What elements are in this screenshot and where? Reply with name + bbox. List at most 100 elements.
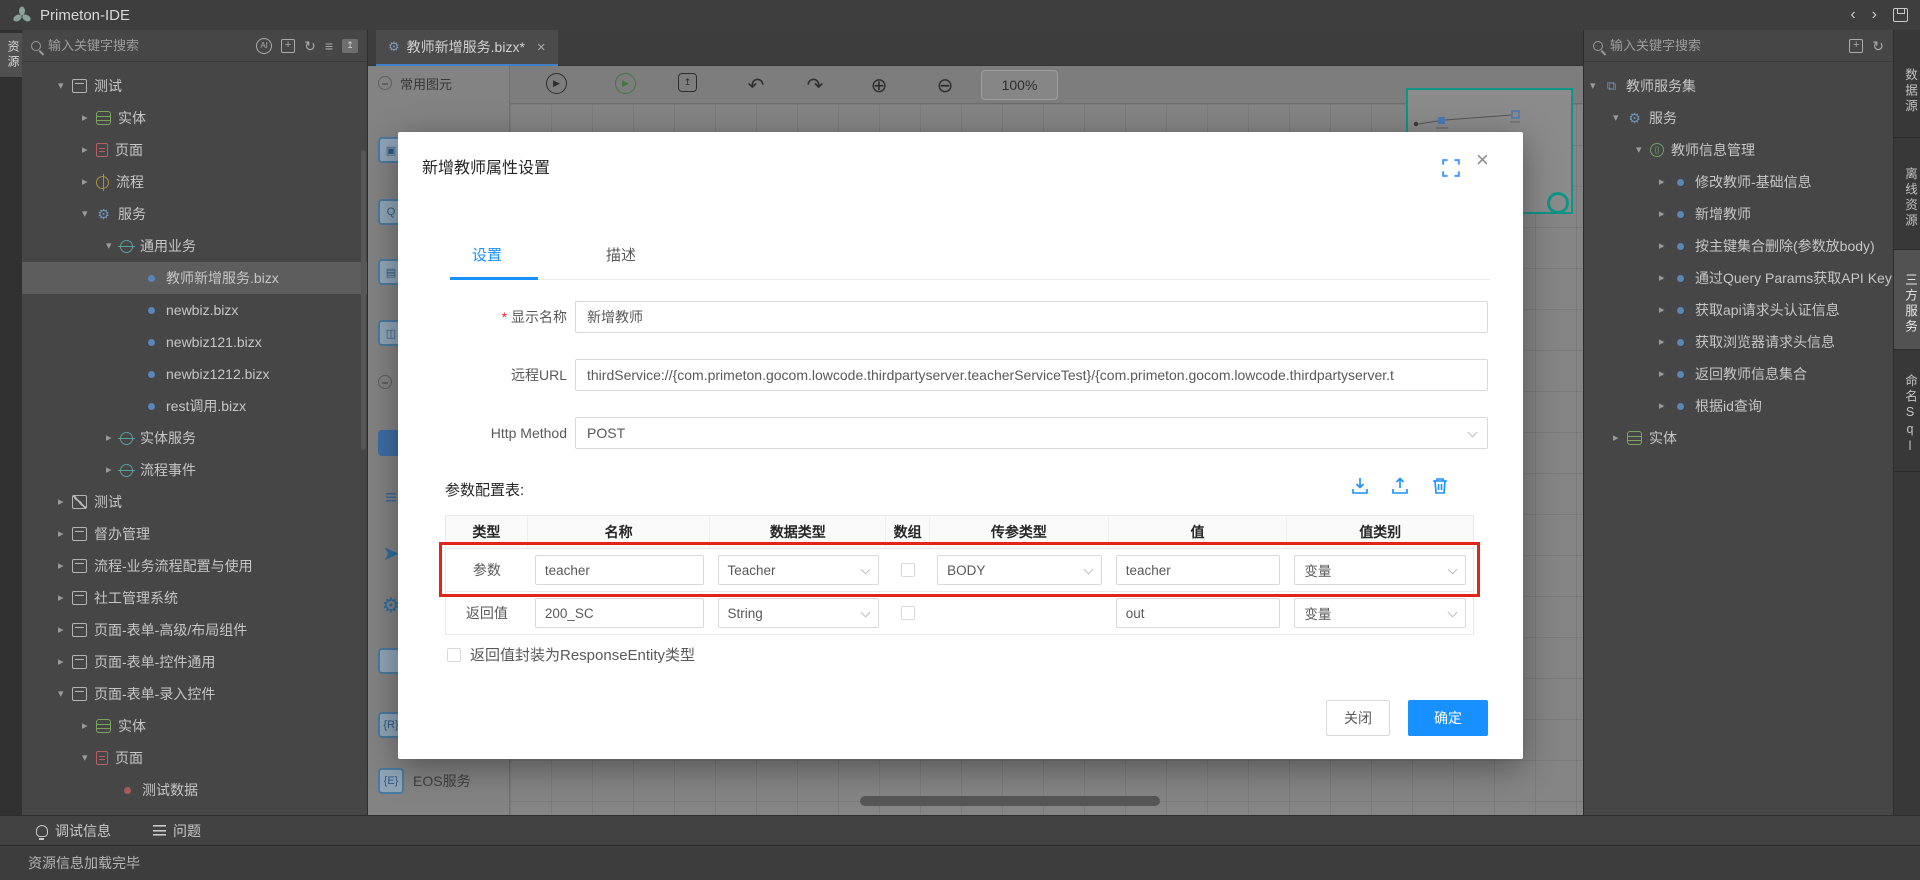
nav-back-icon[interactable]: ‹	[1850, 6, 1855, 24]
expand-arrow-icon[interactable]: ▸	[58, 529, 72, 540]
tree-item[interactable]: ▾⧉教师服务集	[1584, 70, 1893, 102]
import-icon[interactable]	[1350, 476, 1370, 496]
zoom-level[interactable]: 100%	[981, 70, 1058, 100]
expand-arrow-icon[interactable]: ▸	[82, 721, 96, 732]
expand-arrow-icon[interactable]: ▾	[82, 209, 96, 220]
tree-item[interactable]: rest调用.bizx	[22, 390, 367, 422]
tree-item[interactable]: newbiz1212.bizx	[22, 358, 367, 390]
tree-item[interactable]: ▸督办管理	[22, 518, 367, 550]
ai-icon[interactable]: AI	[256, 38, 272, 54]
expand-arrow-icon[interactable]: ▸	[58, 625, 72, 636]
export-icon[interactable]	[1390, 476, 1410, 496]
tree-item[interactable]: ▾教师信息管理	[1584, 134, 1893, 166]
tree-item[interactable]: ▸获取api请求头认证信息	[1584, 294, 1893, 326]
layout-save-icon[interactable]	[1893, 8, 1908, 22]
tree-item[interactable]: ▾页面-表单-录入控件	[22, 678, 367, 710]
http-method-select[interactable]: POST	[575, 417, 1488, 449]
tree-item[interactable]: ▾通用业务	[22, 230, 367, 262]
tree-item[interactable]: ▸实体	[1584, 422, 1893, 454]
h-scrollbar-thumb[interactable]	[860, 796, 1160, 806]
tree-item[interactable]: ▾⚙服务	[22, 198, 367, 230]
rail-tab[interactable]: 离线资源	[1894, 138, 1920, 250]
data-type-select[interactable]: Teacher	[718, 555, 880, 585]
rail-tab[interactable]: 三方服务	[1894, 250, 1920, 350]
expand-arrow-icon[interactable]: ▸	[82, 113, 96, 124]
sort-icon[interactable]: ≡	[325, 39, 333, 53]
tree-item[interactable]: ▸根据id查询	[1584, 390, 1893, 422]
palette-section-collapse[interactable]	[378, 375, 392, 389]
expand-arrow-icon[interactable]: ▸	[1659, 337, 1673, 348]
zoom-out-icon[interactable]: ⊖	[933, 73, 957, 97]
expand-arrow-icon[interactable]: ▾	[58, 81, 72, 92]
value-kind-select[interactable]: 变量	[1294, 555, 1466, 585]
expand-arrow-icon[interactable]: ▸	[58, 657, 72, 668]
refresh-icon[interactable]: ↻	[1872, 39, 1884, 53]
expand-arrow-icon[interactable]: ▸	[1659, 209, 1673, 220]
service-search-input[interactable]	[1610, 38, 1842, 53]
value-kind-select[interactable]: 变量	[1294, 598, 1466, 628]
display-name-input[interactable]	[575, 301, 1488, 333]
tree-item[interactable]: ▸实体	[22, 102, 367, 134]
tab-problems[interactable]: 问题	[153, 821, 201, 841]
tree-item[interactable]: ▸页面	[22, 134, 367, 166]
data-type-select[interactable]: String	[718, 598, 880, 628]
tree-item[interactable]: ▸社工管理系统	[22, 582, 367, 614]
tree-item[interactable]: ▸流程-业务流程配置与使用	[22, 550, 367, 582]
fullscreen-icon[interactable]	[1442, 159, 1460, 177]
delete-icon[interactable]	[1430, 476, 1450, 496]
expand-arrow-icon[interactable]: ▸	[1659, 177, 1673, 188]
tree-item[interactable]: ▸页面-表单-控件通用	[22, 646, 367, 678]
tree-item[interactable]: ▸返回教师信息集合	[1584, 358, 1893, 390]
tree-item[interactable]: ▸获取浏览器请求头信息	[1584, 326, 1893, 358]
refresh-icon[interactable]: ↻	[304, 39, 316, 53]
rail-tab[interactable]: 命名Sql	[1894, 350, 1920, 472]
tree-item[interactable]: newbiz121.bizx	[22, 326, 367, 358]
param-name-input[interactable]	[535, 555, 704, 585]
tree-item[interactable]: ▾测试	[22, 70, 367, 102]
tree-item[interactable]: ▾页面	[22, 742, 367, 774]
expand-arrow-icon[interactable]: ▾	[1636, 145, 1650, 156]
expand-arrow-icon[interactable]: ▾	[58, 689, 72, 700]
debug-run-icon[interactable]: ▶	[615, 73, 636, 94]
zoom-in-icon[interactable]: ⊕	[867, 73, 891, 97]
confirm-button[interactable]: 确定	[1408, 700, 1488, 736]
tab-close-icon[interactable]: ×	[537, 39, 546, 56]
nav-forward-icon[interactable]: ›	[1872, 6, 1877, 24]
param-value-input[interactable]	[1116, 555, 1281, 585]
deploy-icon[interactable]: ↥	[678, 73, 697, 92]
tree-item[interactable]: 测试数据	[22, 774, 367, 806]
tree-item[interactable]: ▸实体	[22, 710, 367, 742]
tree-item[interactable]: ▸流程	[22, 166, 367, 198]
tree-item[interactable]: ▸修改教师-基础信息	[1584, 166, 1893, 198]
close-icon[interactable]: ×	[1476, 149, 1489, 171]
tree-item[interactable]: newbiz.bizx	[22, 294, 367, 326]
response-entity-checkbox[interactable]	[447, 648, 461, 662]
expand-arrow-icon[interactable]: ▸	[1659, 401, 1673, 412]
remote-url-input[interactable]	[575, 359, 1488, 391]
export-icon[interactable]: ↥	[342, 39, 358, 53]
redo-icon[interactable]: ↷	[803, 73, 827, 97]
scrollbar-thumb[interactable]	[361, 150, 366, 450]
collapse-icon[interactable]	[378, 76, 392, 90]
tree-item[interactable]: ▸页面-表单-高级/布局组件	[22, 614, 367, 646]
tree-item[interactable]: 教师新增服务.bizx	[22, 262, 367, 294]
undo-icon[interactable]: ↶	[744, 73, 768, 97]
tree-item[interactable]: ▸测试	[22, 486, 367, 518]
expand-arrow-icon[interactable]: ▸	[1659, 241, 1673, 252]
close-button[interactable]: 关闭	[1326, 700, 1390, 736]
resource-search-input[interactable]	[48, 38, 249, 53]
editor-tab-active[interactable]: ⚙ 教师新增服务.bizx* ×	[376, 30, 558, 66]
expand-arrow-icon[interactable]: ▸	[58, 593, 72, 604]
pass-type-select[interactable]: BODY	[937, 555, 1102, 585]
expand-arrow-icon[interactable]: ▾	[82, 753, 96, 764]
expand-arrow-icon[interactable]: ▾	[1590, 81, 1604, 92]
tree-item[interactable]: ▾⚙服务	[1584, 102, 1893, 134]
tree-item[interactable]: ▸通过Query Params获取API Key	[1584, 262, 1893, 294]
tree-item[interactable]: ▸按主键集合删除(参数放body)	[1584, 230, 1893, 262]
palette-item-eos-service[interactable]: {E} EOS服务	[378, 768, 471, 794]
tab-debug-info[interactable]: 调试信息	[36, 821, 111, 841]
tree-item[interactable]: ▸流程事件	[22, 454, 367, 486]
expand-arrow-icon[interactable]: ▸	[58, 561, 72, 572]
tree-item[interactable]: ▸实体服务	[22, 422, 367, 454]
tab-settings[interactable]: 设置	[472, 244, 502, 265]
